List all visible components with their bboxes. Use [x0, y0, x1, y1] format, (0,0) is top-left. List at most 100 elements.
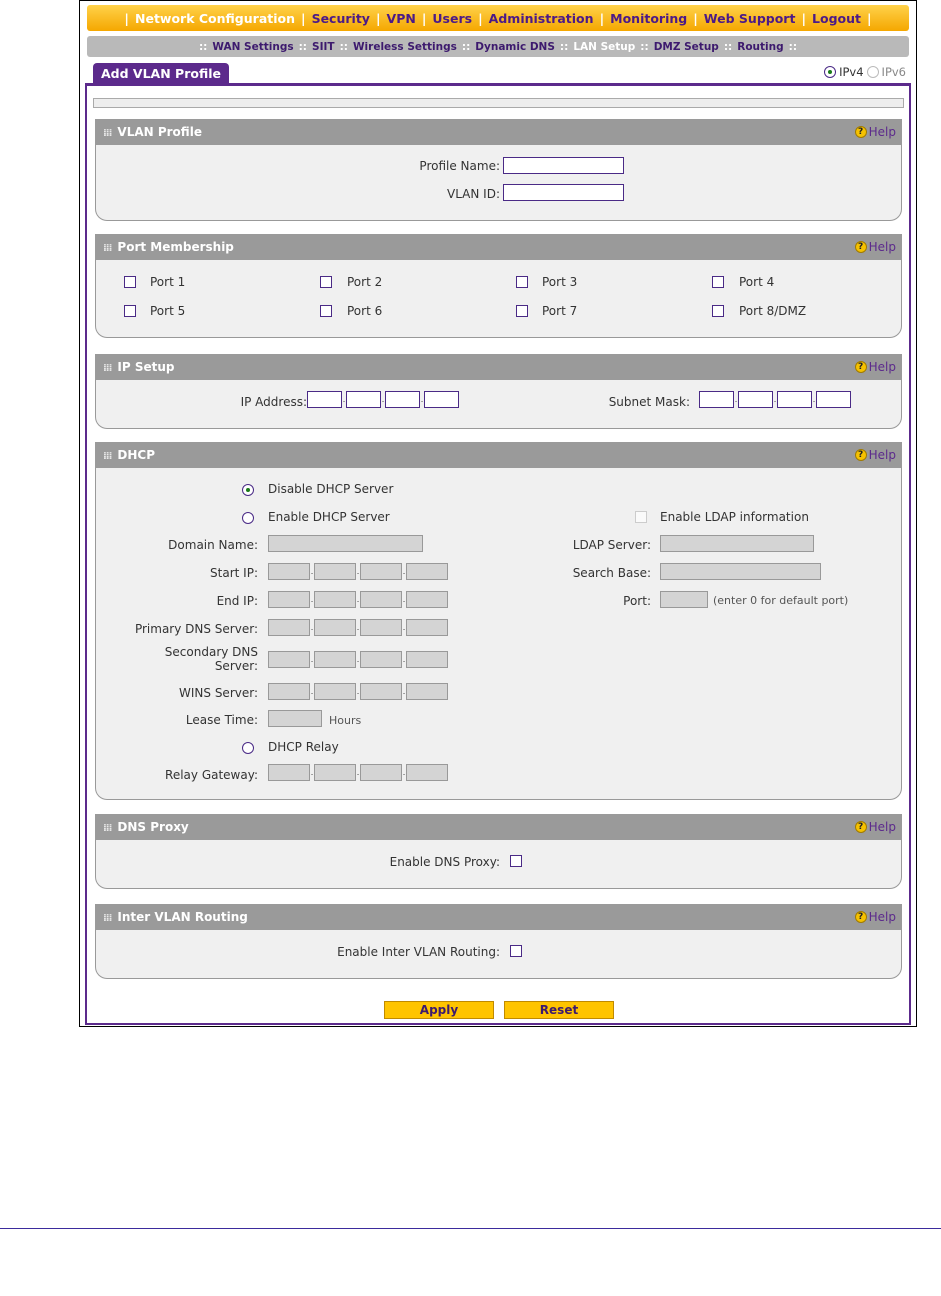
subnet-mask-octet-1[interactable] — [699, 391, 734, 408]
tab-add-vlan-profile[interactable]: Add VLAN Profile — [93, 63, 229, 84]
ipv6-radio[interactable] — [866, 66, 879, 78]
wins-server-octet-4[interactable] — [406, 683, 448, 700]
end-ip-octet-1[interactable] — [268, 591, 310, 608]
end-ip-octet-2[interactable] — [314, 591, 356, 608]
ldap-port-label: Port: — [623, 594, 651, 608]
subnet-mask-octet-2[interactable] — [738, 391, 773, 408]
port-5-checkbox[interactable] — [124, 305, 136, 317]
enable-inter-vlan-checkbox[interactable] — [510, 945, 522, 957]
ipv4-label: IPv4 — [839, 65, 864, 79]
start-ip-octet-4[interactable] — [406, 563, 448, 580]
nav-security[interactable]: Security — [312, 11, 370, 26]
lease-time-input[interactable] — [268, 710, 322, 727]
subnet-mask-octet-4[interactable] — [816, 391, 851, 408]
port-4-checkbox[interactable] — [712, 276, 724, 288]
vlan-id-input[interactable] — [503, 184, 624, 201]
subnav-lan-setup[interactable]: LAN Setup — [573, 41, 635, 53]
end-ip-octet-3[interactable] — [360, 591, 402, 608]
help-icon: ? — [854, 449, 867, 461]
dhcp-relay-label: DHCP Relay — [268, 740, 339, 754]
relay-gateway-octet-2[interactable] — [314, 764, 356, 781]
help-link[interactable]: ? Help — [854, 354, 896, 380]
nav-web-support[interactable]: Web Support — [704, 11, 796, 26]
ip-address-octet-1[interactable] — [307, 391, 342, 408]
wins-server-octet-3[interactable] — [360, 683, 402, 700]
end-ip-octet-4[interactable] — [406, 591, 448, 608]
profile-name-input[interactable] — [503, 157, 624, 174]
help-link[interactable]: ? Help — [854, 904, 896, 930]
nav-vpn[interactable]: VPN — [387, 11, 416, 26]
help-link[interactable]: ? Help — [854, 119, 896, 145]
enable-ldap-checkbox[interactable] — [635, 511, 647, 523]
nav-network-configuration[interactable]: Network Configuration — [135, 11, 295, 26]
help-link[interactable]: ? Help — [854, 234, 896, 260]
ipv4-radio[interactable] — [824, 66, 837, 78]
search-base-input[interactable] — [660, 563, 821, 580]
secondary-dns-octet-1[interactable] — [268, 651, 310, 668]
subnav-dmz-setup[interactable]: DMZ Setup — [654, 41, 719, 53]
secondary-dns-octet-3[interactable] — [360, 651, 402, 668]
port-6-checkbox[interactable] — [320, 305, 332, 317]
wins-server-octet-2[interactable] — [314, 683, 356, 700]
secondary-dns-octet-4[interactable] — [406, 651, 448, 668]
ldap-port-input[interactable] — [660, 591, 708, 608]
start-ip-octet-2[interactable] — [314, 563, 356, 580]
wins-server-input: . . . — [268, 683, 448, 700]
nav-logout[interactable]: Logout — [812, 11, 861, 26]
ip-setup-body: IP Address: . . . Subnet Mask: . . . — [95, 380, 902, 429]
primary-dns-octet-4[interactable] — [406, 619, 448, 636]
port-7-checkbox[interactable] — [516, 305, 528, 317]
primary-dns-input: . . . — [268, 619, 448, 636]
vlan-profile-body: Profile Name: VLAN ID: — [95, 145, 902, 221]
secondary-dns-octet-2[interactable] — [314, 651, 356, 668]
nav-users[interactable]: Users — [432, 11, 472, 26]
dhcp-header: ⁞⁞⁞ DHCP ? Help — [95, 442, 902, 468]
subnav-siit[interactable]: SIIT — [312, 41, 335, 53]
ldap-server-input[interactable] — [660, 535, 814, 552]
grip-icon: ⁞⁞⁞ — [103, 451, 112, 462]
subnet-mask-octet-3[interactable] — [777, 391, 812, 408]
help-link[interactable]: ? Help — [854, 442, 896, 468]
reset-button[interactable]: Reset — [504, 1001, 614, 1019]
port-2-checkbox[interactable] — [320, 276, 332, 288]
primary-dns-octet-1[interactable] — [268, 619, 310, 636]
dhcp-relay-radio[interactable] — [242, 742, 254, 754]
port-membership-header: ⁞⁞⁞ Port Membership ? Help — [95, 234, 902, 260]
dhcp-body: Disable DHCP Server Enable DHCP Server E… — [95, 468, 902, 800]
relay-gateway-octet-3[interactable] — [360, 764, 402, 781]
relay-gateway-octet-4[interactable] — [406, 764, 448, 781]
apply-button[interactable]: Apply — [384, 1001, 494, 1019]
help-icon: ? — [854, 361, 867, 373]
primary-dns-octet-2[interactable] — [314, 619, 356, 636]
port-membership-body: Port 1 Port 2 Port 3 Port 4 Port 5 Port … — [95, 260, 902, 338]
subnav-wireless-settings[interactable]: Wireless Settings — [353, 41, 457, 53]
ip-address-octet-4[interactable] — [424, 391, 459, 408]
ip-address-octet-2[interactable] — [346, 391, 381, 408]
port-1-checkbox[interactable] — [124, 276, 136, 288]
nav-monitoring[interactable]: Monitoring — [610, 11, 687, 26]
subnav-dynamic-dns[interactable]: Dynamic DNS — [475, 41, 555, 53]
nav-administration[interactable]: Administration — [489, 11, 594, 26]
domain-name-label: Domain Name: — [168, 538, 258, 552]
section-title: IP Setup — [117, 360, 175, 374]
start-ip-input: . . . — [268, 563, 448, 580]
wins-server-octet-1[interactable] — [268, 683, 310, 700]
subnav-routing[interactable]: Routing — [737, 41, 783, 53]
domain-name-input[interactable] — [268, 535, 423, 552]
section-title: DNS Proxy — [117, 820, 189, 834]
enable-dns-proxy-checkbox[interactable] — [510, 855, 522, 867]
start-ip-octet-3[interactable] — [360, 563, 402, 580]
ip-address-octet-3[interactable] — [385, 391, 420, 408]
primary-dns-octet-3[interactable] — [360, 619, 402, 636]
ldap-server-label: LDAP Server: — [572, 538, 651, 552]
disable-dhcp-radio[interactable] — [242, 484, 254, 496]
grip-icon: ⁞⁞⁞ — [103, 913, 112, 924]
enable-dhcp-radio[interactable] — [242, 512, 254, 524]
help-link[interactable]: ? Help — [854, 814, 896, 840]
port-3-checkbox[interactable] — [516, 276, 528, 288]
subnav-wan-settings[interactable]: WAN Settings — [212, 41, 293, 53]
relay-gateway-octet-1[interactable] — [268, 764, 310, 781]
port-8-dmz-checkbox[interactable] — [712, 305, 724, 317]
ip-setup-header: ⁞⁞⁞ IP Setup ? Help — [95, 354, 902, 380]
start-ip-octet-1[interactable] — [268, 563, 310, 580]
